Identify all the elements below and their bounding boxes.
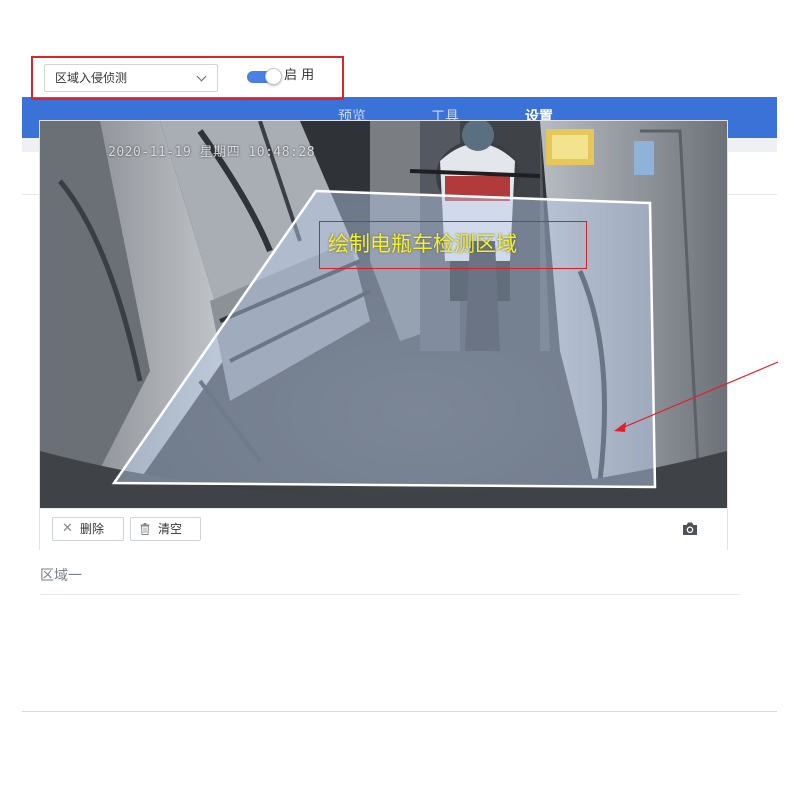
video-timestamp: 2020-11-19 星期四 10:48:28 <box>108 145 316 160</box>
region-divider <box>40 594 740 595</box>
region-one-label: 区域一 <box>40 568 82 584</box>
clear-button[interactable]: 清空 <box>130 517 201 541</box>
video-panel: 2020-11-19 星期四 10:48:28 绘制电瓶车检测区域 ✕ 删除 清… <box>39 120 728 550</box>
detection-type-select[interactable]: 区域入侵侦测 <box>44 64 218 92</box>
trash-icon <box>140 518 150 543</box>
detection-type-value: 区域入侵侦测 <box>55 71 128 85</box>
delete-button[interactable]: ✕ 删除 <box>52 517 124 541</box>
close-icon: ✕ <box>62 521 73 536</box>
video-controls: ✕ 删除 清空 <box>40 508 727 550</box>
toggle-knob <box>265 68 282 85</box>
chevron-down-icon <box>196 71 207 82</box>
camera-scene <box>40 121 727 508</box>
enable-toggle-label: 启 用 <box>284 68 315 83</box>
annotation-text: 绘制电瓶车检测区域 <box>328 232 517 256</box>
camera-icon[interactable] <box>681 520 699 538</box>
camera-feed[interactable]: 2020-11-19 星期四 10:48:28 绘制电瓶车检测区域 <box>40 121 727 508</box>
annotation-box: 绘制电瓶车检测区域 <box>319 221 587 269</box>
enable-toggle[interactable] <box>247 68 282 85</box>
